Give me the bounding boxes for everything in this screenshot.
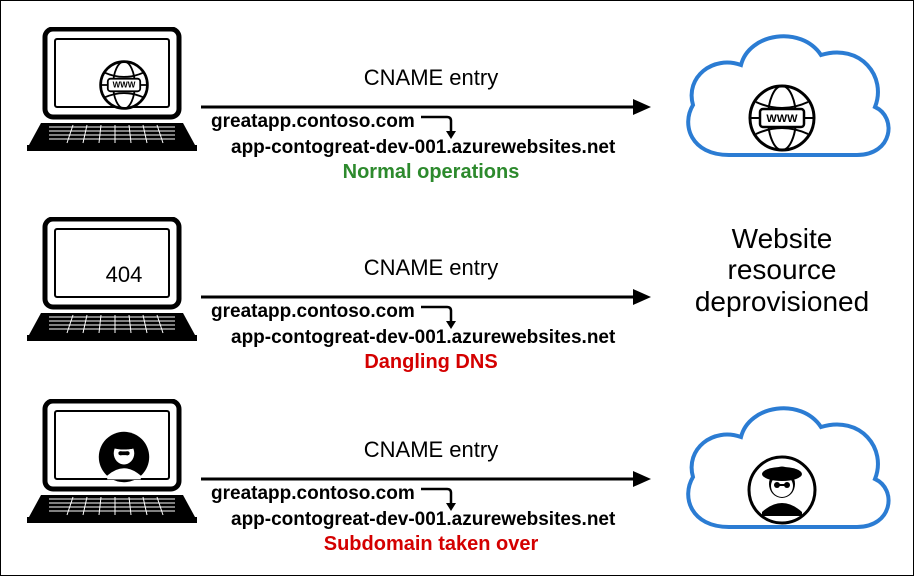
- scenario-row-takeover: CNAME entry greatapp.contoso.com app-con…: [1, 381, 914, 567]
- cname-mapping: CNAME entry greatapp.contoso.com app-con…: [201, 381, 661, 567]
- attacker-icon: [73, 425, 175, 489]
- target-domain: app-contogreat-dev-001.azurewebsites.net: [231, 137, 615, 159]
- cname-label: CNAME entry: [201, 437, 661, 463]
- svg-text:WWW: WWW: [113, 81, 136, 90]
- cname-mapping: CNAME entry greatapp.contoso.com app-con…: [201, 199, 661, 385]
- scenario-row-normal: WWW CNAME entry greatapp.contoso.com app…: [1, 9, 914, 195]
- source-domain: greatapp.contoso.com: [211, 111, 415, 133]
- laptop-icon: [27, 399, 197, 529]
- cname-mapping: CNAME entry greatapp.contoso.com app-con…: [201, 9, 661, 195]
- status-label: Normal operations: [201, 161, 661, 184]
- status-label: Dangling DNS: [201, 351, 661, 374]
- cname-label: CNAME entry: [201, 255, 661, 281]
- source-domain: greatapp.contoso.com: [211, 301, 415, 323]
- laptop-icon: WWW: [27, 27, 197, 157]
- status-label: Subdomain taken over: [201, 533, 661, 556]
- laptop-icon: 404: [27, 217, 197, 347]
- scenario-row-dangling: 404 CNAME entry greatapp.contoso.com app…: [1, 199, 914, 385]
- svg-text:WWW: WWW: [766, 113, 798, 125]
- attacker-icon: [737, 445, 827, 535]
- cname-label: CNAME entry: [201, 65, 661, 91]
- target-domain: app-contogreat-dev-001.azurewebsites.net: [231, 509, 615, 531]
- status-404-icon: 404: [73, 243, 175, 307]
- source-domain: greatapp.contoso.com: [211, 483, 415, 505]
- globe-www-icon: WWW: [73, 53, 175, 117]
- cloud-icon: WWW: [671, 15, 901, 179]
- globe-www-icon: WWW: [737, 73, 827, 163]
- deprovisioned-label: Website resource deprovisioned: [677, 223, 887, 317]
- cloud-icon: [671, 387, 901, 551]
- target-domain: app-contogreat-dev-001.azurewebsites.net: [231, 327, 615, 349]
